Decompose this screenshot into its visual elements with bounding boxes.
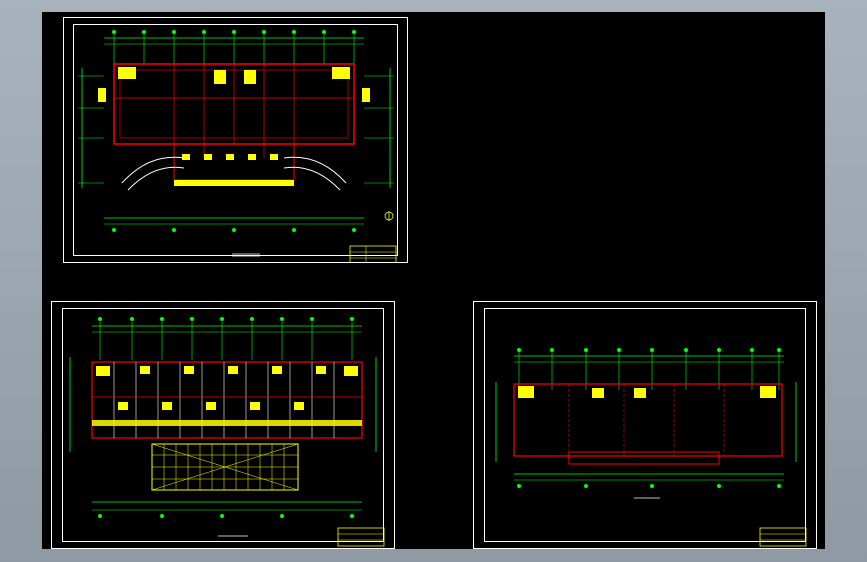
drawing-canvas[interactable] <box>42 12 825 549</box>
cad-app-frame <box>0 0 867 562</box>
roof-plan-drawing <box>495 348 807 547</box>
drawing-sheet-typical-floor[interactable] <box>51 301 395 549</box>
ground-floor-plan-drawing <box>78 30 397 262</box>
drawing-sheet-roof[interactable] <box>473 301 817 549</box>
drawing-sheet-ground-floor[interactable] <box>63 17 408 263</box>
typical-floor-plan-drawing <box>69 317 385 547</box>
